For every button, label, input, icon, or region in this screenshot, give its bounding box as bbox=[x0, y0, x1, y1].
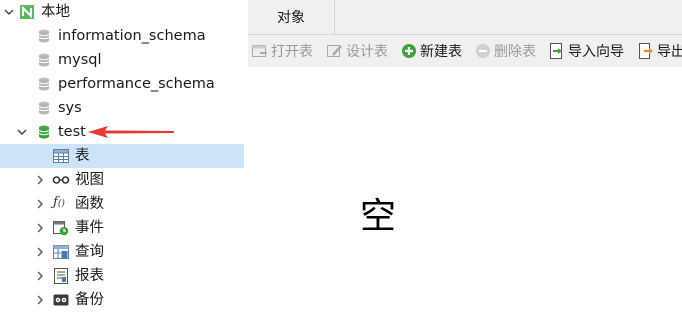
chevron-right-icon[interactable] bbox=[35, 295, 45, 305]
tree-item-label: 备份 bbox=[75, 292, 104, 308]
database-icon bbox=[36, 124, 52, 140]
export-icon bbox=[639, 43, 653, 59]
chevron-down-icon[interactable] bbox=[17, 127, 27, 137]
database-icon bbox=[36, 52, 52, 68]
design-table-icon bbox=[327, 45, 342, 57]
tree-item-label: 视图 bbox=[75, 172, 104, 188]
tree-item-label: performance_schema bbox=[58, 76, 215, 92]
view-glasses-icon bbox=[52, 172, 70, 188]
open-table-button[interactable]: 打开表 bbox=[252, 35, 313, 67]
tree-item-reports[interactable]: 报表 bbox=[0, 264, 244, 288]
tree-item-backups[interactable]: 备份 bbox=[0, 288, 244, 312]
tree-item-functions[interactable]: ƒ() 函数 bbox=[0, 192, 244, 216]
tree-item-label: mysql bbox=[58, 52, 102, 68]
query-icon bbox=[53, 244, 69, 260]
chevron-right-icon[interactable] bbox=[35, 175, 45, 185]
tree-item-database[interactable]: mysql bbox=[0, 48, 244, 72]
design-table-button[interactable]: 设计表 bbox=[327, 35, 388, 67]
backup-icon bbox=[53, 292, 69, 308]
connection-icon bbox=[19, 4, 35, 20]
tree-item-connection[interactable]: 本地 bbox=[0, 0, 244, 24]
chevron-right-icon[interactable] bbox=[35, 247, 45, 257]
add-icon bbox=[402, 44, 416, 58]
new-table-label: 新建表 bbox=[420, 44, 462, 60]
import-icon bbox=[550, 43, 562, 59]
tree-item-views[interactable]: 视图 bbox=[0, 168, 244, 192]
tree-item-label: sys bbox=[58, 100, 82, 116]
tree-item-tables[interactable]: 表 bbox=[0, 144, 244, 168]
tree-item-label: 函数 bbox=[75, 196, 104, 212]
open-table-icon bbox=[252, 45, 267, 57]
object-pane: 对象 打开表 设计表 新建表 删除表 导入向导 导出 空 bbox=[248, 0, 682, 330]
table-icon bbox=[53, 148, 69, 164]
tree-item-label: 查询 bbox=[75, 244, 104, 260]
import-wizard-label: 导入向导 bbox=[568, 44, 624, 60]
export-wizard-label: 导出 bbox=[657, 44, 682, 60]
delete-table-label: 删除表 bbox=[494, 44, 536, 60]
tree-item-database[interactable]: sys bbox=[0, 96, 244, 120]
tree-item-label: 报表 bbox=[75, 268, 104, 284]
function-icon: ƒ() bbox=[53, 195, 65, 210]
tab-objects[interactable]: 对象 bbox=[248, 0, 335, 34]
tree-item-label: 本地 bbox=[41, 4, 70, 20]
chevron-right-icon[interactable] bbox=[35, 271, 45, 281]
chevron-down-icon[interactable] bbox=[4, 7, 14, 17]
report-icon bbox=[53, 268, 69, 284]
tree-item-database[interactable]: information_schema bbox=[0, 24, 244, 48]
chevron-right-icon[interactable] bbox=[35, 199, 45, 209]
tree-item-label: test bbox=[58, 124, 86, 140]
chevron-right-icon[interactable] bbox=[35, 223, 45, 233]
tab-bar: 对象 bbox=[248, 0, 682, 35]
navigation-tree: 本地 information_schema mysql performance_… bbox=[0, 0, 244, 330]
tree-item-database[interactable]: performance_schema bbox=[0, 72, 244, 96]
tree-item-label: 表 bbox=[75, 148, 90, 164]
object-list-area[interactable]: 空 bbox=[248, 67, 682, 330]
export-wizard-button[interactable]: 导出 bbox=[638, 35, 682, 67]
tree-item-label: 事件 bbox=[75, 220, 104, 236]
tree-item-queries[interactable]: 查询 bbox=[0, 240, 244, 264]
empty-placeholder: 空 bbox=[360, 196, 397, 237]
database-icon bbox=[36, 76, 52, 92]
tree-item-database-test[interactable]: test bbox=[0, 120, 244, 144]
event-clock-icon bbox=[53, 220, 69, 236]
open-table-label: 打开表 bbox=[271, 44, 313, 60]
tree-item-label: information_schema bbox=[58, 28, 206, 44]
new-table-button[interactable]: 新建表 bbox=[401, 35, 462, 67]
import-wizard-button[interactable]: 导入向导 bbox=[549, 35, 624, 67]
tree-item-events[interactable]: 事件 bbox=[0, 216, 244, 240]
design-table-label: 设计表 bbox=[346, 44, 388, 60]
remove-icon bbox=[476, 44, 490, 58]
object-toolbar: 打开表 设计表 新建表 删除表 导入向导 导出 bbox=[248, 35, 682, 67]
database-icon bbox=[36, 28, 52, 44]
database-icon bbox=[36, 100, 52, 116]
delete-table-button[interactable]: 删除表 bbox=[475, 35, 536, 67]
annotation-arrow-icon bbox=[88, 125, 176, 143]
